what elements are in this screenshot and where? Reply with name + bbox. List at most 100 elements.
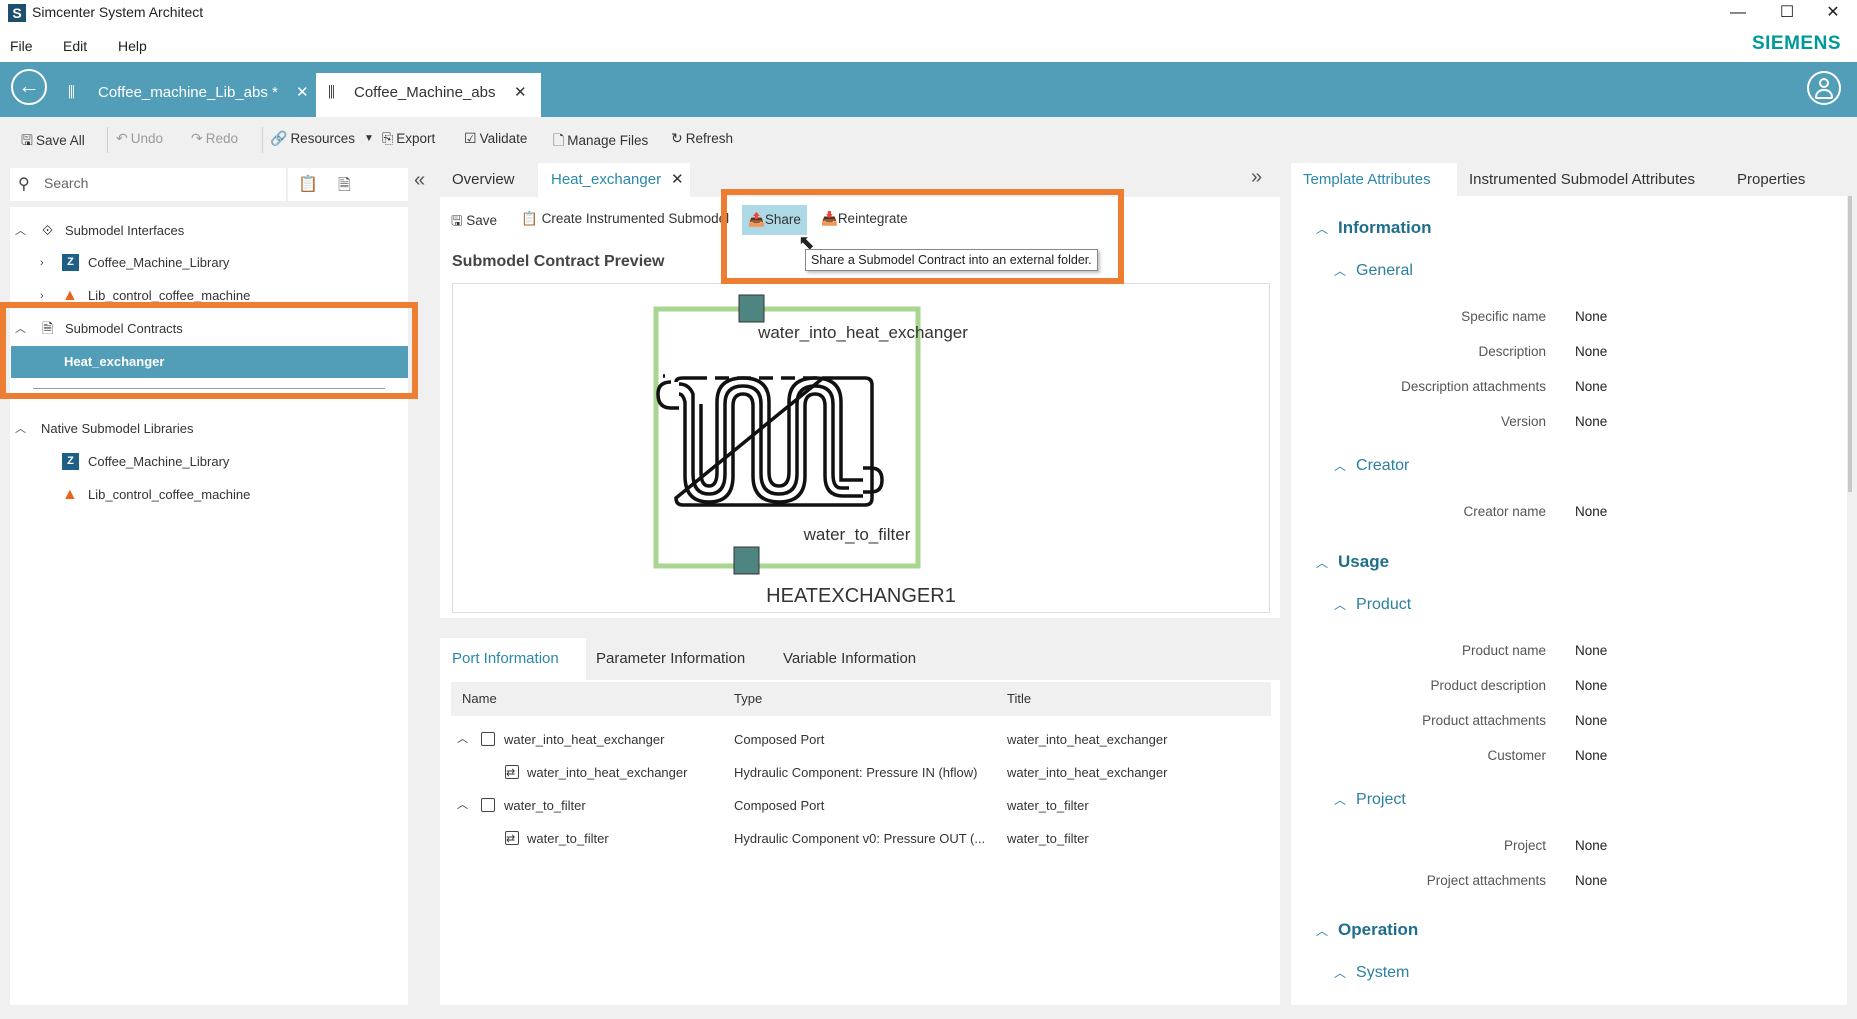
close-tab-icon[interactable]: ✕ [671, 163, 684, 197]
attr-value-project[interactable]: None [1575, 838, 1607, 853]
tree-item-lib-control-coffee-machine[interactable]: › ▲ Lib_control_coffee_machine [10, 280, 408, 312]
save-all-button[interactable]: 🖫 Save All [21, 130, 85, 154]
undo-button[interactable]: ↶ Undo [116, 130, 163, 147]
contract-document-icon[interactable]: 🗎 [338, 174, 351, 201]
library-icon: ⫼ [68, 84, 75, 101]
attr-value-product-name[interactable]: None [1575, 643, 1607, 658]
chevron-up-icon[interactable]: ︿ [457, 723, 468, 756]
collapse-left-panel-button[interactable]: « [414, 169, 425, 192]
manage-files-button[interactable]: 🗋 Manage Files [553, 130, 648, 154]
subsection-general[interactable]: ︿ General [1334, 262, 1413, 280]
user-account-button[interactable] [1807, 71, 1841, 105]
tree-item-heat-exchanger[interactable]: Heat_exchanger [11, 346, 408, 378]
chevron-up-icon[interactable]: ︿ [15, 215, 26, 247]
chevron-up-icon: ︿ [1334, 264, 1347, 278]
tree-group-submodel-contracts[interactable]: ︿ 🗎 Submodel Contracts [10, 313, 408, 345]
back-button[interactable]: ← [11, 69, 47, 105]
tab-instrumented-submodel-attributes[interactable]: Instrumented Submodel Attributes [1469, 163, 1695, 196]
port-bottom[interactable] [733, 546, 760, 575]
subsection-product[interactable]: ︿ Product [1334, 596, 1411, 614]
tree-group-native-libraries[interactable]: ︿ Native Submodel Libraries [10, 413, 408, 445]
port-top[interactable] [738, 294, 765, 323]
tab-variable-information[interactable]: Variable Information [783, 638, 916, 680]
save-all-icon: 🖫 [21, 132, 33, 148]
tab-heat-exchanger[interactable]: Heat_exchanger ✕ [538, 163, 690, 197]
tab-overview[interactable]: Overview [440, 163, 524, 197]
tab-template-attributes[interactable]: Template Attributes [1291, 163, 1457, 196]
component-name-label: HEATEXCHANGER1 [766, 585, 956, 607]
chevron-up-icon: ︿ [1334, 459, 1347, 473]
file-icon: 🗋 [553, 132, 565, 148]
doc-tab-coffee-machine-abs[interactable]: ⫼ Coffee_Machine_abs ✕ [316, 73, 541, 117]
redo-button[interactable]: ↷ Redo [191, 130, 238, 147]
chevron-up-icon: ︿ [1316, 556, 1329, 570]
chevron-right-icon[interactable]: › [40, 247, 44, 279]
close-window-button[interactable]: ✕ [1810, 0, 1856, 28]
create-contract-icon[interactable]: 📋 [298, 174, 318, 194]
subsection-project[interactable]: ︿ Project [1334, 791, 1406, 809]
chevron-up-icon[interactable]: ︿ [457, 789, 468, 822]
section-operation[interactable]: ︿ Operation [1316, 920, 1418, 940]
section-usage[interactable]: ︿ Usage [1316, 552, 1389, 572]
search-field[interactable]: ⚲ [10, 168, 286, 201]
menu-help[interactable]: Help [118, 38, 147, 54]
attr-value-specific-name[interactable]: None [1575, 309, 1607, 324]
collapse-right-panel-button[interactable]: » [1251, 166, 1262, 189]
attr-value-product-description[interactable]: None [1575, 678, 1607, 693]
save-icon: 🖫 [451, 213, 463, 228]
chevron-up-icon[interactable]: ︿ [15, 313, 26, 345]
attr-value-description-attachments[interactable]: None [1575, 379, 1607, 394]
export-button[interactable]: ⎘ Export [382, 130, 435, 147]
column-header-title[interactable]: Title [1007, 682, 1031, 716]
close-tab-icon[interactable]: ✕ [514, 73, 527, 113]
menu-file[interactable]: File [10, 38, 33, 54]
search-input[interactable] [44, 175, 274, 191]
attr-label-project-attachments: Project attachments [1426, 873, 1546, 888]
table-row[interactable]: ︿ water_into_heat_exchanger Composed Por… [451, 723, 1271, 756]
info-panel: Port Information Parameter Information V… [440, 638, 1280, 1005]
redo-icon: ↷ [191, 130, 203, 146]
attr-value-product-attachments[interactable]: None [1575, 713, 1607, 728]
attr-value-customer[interactable]: None [1575, 748, 1607, 763]
chevron-up-icon[interactable]: ︿ [15, 413, 26, 445]
table-row[interactable]: water_to_filter Hydraulic Component v0: … [451, 822, 1271, 856]
subsection-creator[interactable]: ︿ Creator [1334, 457, 1409, 475]
toolbar-divider [262, 127, 263, 153]
attr-value-version[interactable]: None [1575, 414, 1607, 429]
table-header: Name Type Title [451, 682, 1271, 716]
refresh-button[interactable]: ↻ Refresh [671, 130, 733, 147]
tab-properties[interactable]: Properties [1737, 163, 1805, 196]
siemens-logo: SIEMENS [1751, 33, 1841, 54]
user-icon [1819, 78, 1829, 88]
table-row[interactable]: water_into_heat_exchanger Hydraulic Comp… [451, 756, 1271, 790]
validate-button[interactable]: ☑ Validate [464, 130, 527, 147]
menu-edit[interactable]: Edit [63, 38, 87, 54]
section-information[interactable]: ︿ Information [1316, 218, 1432, 238]
column-header-type[interactable]: Type [734, 682, 762, 716]
tree-item-coffee-machine-library[interactable]: › Z Coffee_Machine_Library [10, 247, 408, 279]
attr-value-project-attachments[interactable]: None [1575, 873, 1607, 888]
minimize-button[interactable]: — [1715, 0, 1761, 28]
column-header-name[interactable]: Name [462, 682, 497, 716]
attributes-scrollbar[interactable] [1848, 196, 1852, 492]
attr-value-description[interactable]: None [1575, 344, 1607, 359]
tree-item-native-coffee-machine-library[interactable]: Z Coffee_Machine_Library [10, 446, 408, 478]
subsection-system[interactable]: ︿ System [1334, 964, 1409, 982]
export-dropdown-arrow[interactable]: ▼ [364, 133, 374, 144]
maximize-button[interactable]: ☐ [1764, 0, 1810, 28]
create-instrumented-submodel-button[interactable]: 📋 Create Instrumented Submodel [521, 211, 729, 227]
chevron-right-icon[interactable]: › [40, 280, 44, 312]
tab-parameter-information[interactable]: Parameter Information [596, 638, 745, 680]
save-button[interactable]: 🖫 Save [451, 211, 497, 234]
reintegrate-button[interactable]: 📥Reintegrate [821, 211, 908, 227]
tree-item-native-lib-control-coffee-machine[interactable]: ▲ Lib_control_coffee_machine [10, 479, 408, 511]
attr-value-creator-name[interactable]: None [1575, 504, 1607, 519]
matlab-icon: ▲ [62, 486, 78, 503]
resources-button[interactable]: 🔗 Resources [270, 130, 355, 147]
close-tab-icon[interactable]: ✕ [296, 73, 309, 113]
table-row[interactable]: ︿ water_to_filter Composed Port water_to… [451, 789, 1271, 822]
tree-group-submodel-interfaces[interactable]: ︿ ⟐ Submodel Interfaces [10, 215, 408, 247]
tab-port-information[interactable]: Port Information [440, 638, 586, 680]
doc-tab-coffee-machine-lib-abs[interactable]: ⫼ Coffee_machine_Lib_abs * ✕ [56, 73, 315, 117]
main-toolbar: 🖫 Save All ↶ Undo ↷ Redo 🔗 Resources ▼ ⎘ Expo… [0, 117, 1857, 163]
